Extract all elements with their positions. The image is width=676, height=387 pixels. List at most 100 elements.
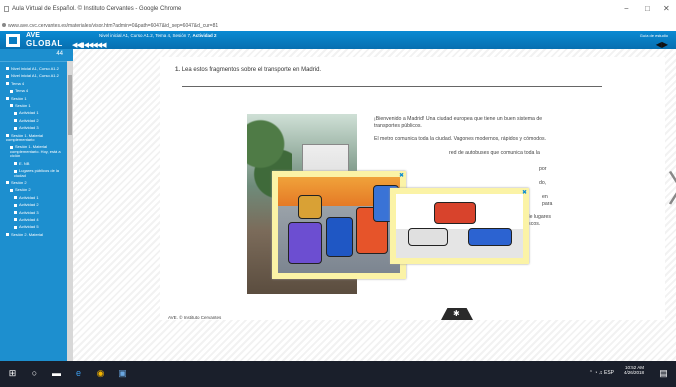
sidebar-item-label: Lugares públicos de la ciudad	[14, 168, 60, 178]
sidebar-item-label: Actividad 1	[19, 110, 39, 116]
traffic-jam-image	[278, 177, 400, 273]
sidebar-item-label: Actividad 3	[19, 125, 39, 131]
sidebar-item[interactable]: Sesión 1	[0, 103, 67, 108]
sidebar-item-label: Nivel inicial A1, Curso A1.2	[11, 73, 59, 79]
next-page-arrow-icon[interactable]: 〉	[667, 160, 676, 212]
scrollbar-thumb[interactable]	[68, 75, 72, 135]
bullet-icon	[6, 181, 9, 185]
logo-mark	[6, 34, 20, 47]
sidebar-item[interactable]: Actividad 5	[0, 225, 67, 229]
bullet-icon	[14, 111, 17, 115]
url-text[interactable]: www.ave.cvc.cervantes.es/materiales/viso…	[8, 23, 218, 29]
next-arrow-icon[interactable]: ▶	[662, 40, 668, 49]
page-icon	[4, 6, 9, 12]
sidebar-item-label: Sesión 1. Material complementario	[6, 132, 44, 143]
breadcrumb-current: Actividad 2	[192, 33, 217, 38]
file-explorer-icon[interactable]: ▬	[50, 367, 63, 380]
sidebar-item[interactable]: E. NB	[0, 161, 67, 166]
search-icon[interactable]: ○	[28, 367, 41, 380]
close-card-icon[interactable]: ✖	[522, 189, 527, 196]
bullet-icon	[6, 74, 9, 78]
divider	[182, 86, 602, 87]
car-illustration	[298, 195, 322, 219]
clock-date: 4/26/2018	[623, 370, 644, 375]
sidebar-item-label: Sesión 2. Material	[11, 231, 44, 237]
sidebar: 44 Nivel inicial A1, Curso A1.2 Nivel ini…	[0, 49, 73, 361]
sidebar-item[interactable]: Sesión 1. Material complementario. Hoy, …	[0, 145, 67, 158]
sidebar-item[interactable]: Nivel inicial A1, Curso A1.2	[0, 74, 67, 78]
sidebar-item-label: Sesión 2	[11, 179, 27, 185]
system-tray-icons[interactable]: ⌃ ◔ ♫ ESP	[589, 370, 614, 376]
sidebar-item[interactable]: Actividad 3	[0, 126, 67, 130]
sidebar-item-label: Actividad 5	[19, 224, 39, 230]
sidebar-item[interactable]: Actividad 1	[0, 194, 67, 200]
breadcrumb: Nivel inicial A1, Curso A1.2, Tema 4, Se…	[99, 33, 217, 38]
sidebar-top: 44	[0, 49, 73, 62]
bullet-icon	[14, 119, 17, 123]
sidebar-item-label: Nivel inicial A1, Curso A1.2	[11, 66, 59, 71]
clock[interactable]: 10:52 AM 4/26/2018	[624, 365, 644, 375]
sidebar-item[interactable]: Actividad 3	[0, 209, 67, 215]
sidebar-item[interactable]: Actividad 1	[0, 111, 67, 115]
prev-next-arrows[interactable]: ◀▶	[656, 40, 668, 49]
sidebar-item-label: Actividad 2	[19, 202, 39, 208]
sidebar-item[interactable]: Actividad 2	[0, 118, 67, 123]
collapse-sidebar-button[interactable]: 44	[56, 51, 63, 57]
bullet-icon	[14, 218, 17, 222]
sidebar-item-label: Actividad 3	[19, 209, 39, 215]
breadcrumb-path: Nivel inicial A1, Curso A1.2, Tema 4, Se…	[99, 33, 192, 38]
sidebar-item[interactable]: Nivel inicial A1, Curso A1.2	[0, 66, 67, 71]
bullet-icon	[14, 210, 17, 214]
parking-card[interactable]: ✖	[390, 188, 529, 264]
gear-icon[interactable]: ✱	[453, 309, 460, 318]
info-icon[interactable]	[2, 23, 6, 27]
sidebar-item-label: Actividad 1	[19, 194, 39, 200]
sidebar-item-label: Sesión 2	[15, 187, 31, 193]
car-illustration	[468, 228, 512, 246]
car-illustration	[434, 202, 476, 224]
bullet-icon	[6, 233, 9, 237]
sidebar-item-label: Sesión 1. Material complementario. Hoy, …	[10, 144, 61, 159]
taskbar: ⊞ ○ ▬ e ◉ ▣ ⌃ ◔ ♫ ESP 10:52 AM 4/26/2018…	[0, 361, 676, 387]
sidebar-item[interactable]: Sesión 2	[0, 179, 67, 185]
car-illustration	[288, 222, 322, 264]
bullet-icon	[10, 104, 13, 108]
rewind-arrows-icon: ◀◀▮◀◀◀◀◀	[72, 42, 107, 49]
bullet-icon	[14, 126, 17, 130]
settings-tab[interactable]: ✱	[441, 308, 473, 320]
sidebar-item[interactable]: Sesión 2. Material	[0, 231, 67, 237]
bullet-icon	[10, 89, 13, 93]
minimize-icon[interactable]: −	[624, 4, 629, 13]
sidebar-item-label: Actividad 4	[19, 216, 39, 222]
notifications-icon[interactable]: ▤	[657, 367, 670, 380]
sidebar-item[interactable]: Actividad 4	[0, 216, 67, 222]
sidebar-item[interactable]: Sesión 1. Material complementario	[0, 132, 67, 143]
parking-image	[396, 194, 523, 258]
windows-start-icon[interactable]: ⊞	[6, 367, 19, 380]
bullet-icon	[6, 82, 9, 86]
sidebar-item[interactable]: Actividad 2	[0, 202, 67, 208]
guide-link[interactable]: Guía de estudio	[640, 33, 668, 38]
title-bar: Aula Virtual de Español. © Instituto Cer…	[0, 0, 676, 21]
close-icon[interactable]: ✕	[663, 4, 670, 13]
car-illustration	[326, 217, 353, 257]
app-icon[interactable]: ▣	[116, 367, 129, 380]
sidebar-item[interactable]: Sesión 1	[0, 96, 67, 101]
activity-panel: 1. Lea estos fragmentos sobre el transpo…	[160, 57, 676, 320]
sidebar-item[interactable]: Sesión 2	[0, 188, 67, 192]
bullet-icon	[14, 203, 17, 207]
sidebar-item[interactable]: Tema 4	[0, 89, 67, 93]
sidebar-item[interactable]: Lugares públicos de la ciudad	[0, 168, 67, 178]
logo-text-top: AVE	[26, 32, 40, 39]
bullet-icon	[14, 162, 17, 166]
paragraph-3: red de autobuses que comunica toda la	[449, 149, 540, 156]
bullet-icon	[10, 188, 13, 192]
chrome-icon[interactable]: ◉	[94, 367, 107, 380]
course-tree: Nivel inicial A1, Curso A1.2 Nivel inicia…	[0, 66, 67, 240]
language-indicator[interactable]: ESP	[604, 370, 614, 376]
traffic-jam-card[interactable]: ✖	[272, 171, 406, 279]
close-card-icon[interactable]: ✖	[399, 172, 404, 179]
edge-browser-icon[interactable]: e	[72, 367, 85, 380]
maximize-icon[interactable]: □	[645, 4, 650, 13]
sidebar-item[interactable]: Tema 4	[0, 81, 67, 86]
